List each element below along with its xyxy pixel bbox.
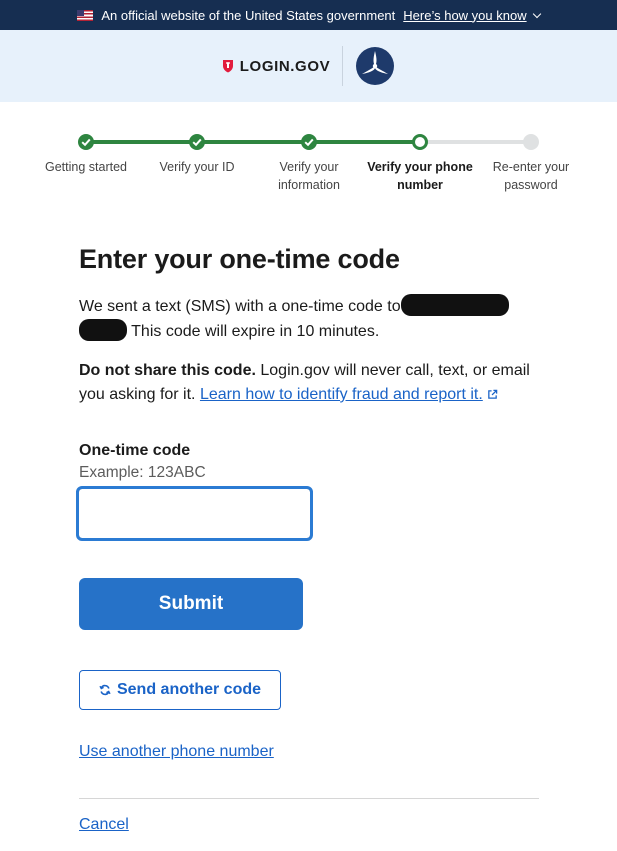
step-label-getting-started: Getting started [45, 160, 127, 174]
code-hint: Example: 123ABC [79, 464, 206, 481]
warning-paragraph: Do not share this code. Login.gov will n… [79, 359, 541, 407]
refresh-icon [99, 684, 111, 696]
expire-text: This code will expire in 10 minutes. [131, 323, 380, 340]
fraud-info-link[interactable]: Learn how to identify fraud and report i… [200, 386, 498, 403]
step-incomplete-icon [523, 134, 539, 150]
step-label-verify-id: Verify your ID [159, 160, 235, 174]
heres-how-you-know-label: Here’s how you know [403, 7, 527, 23]
external-link-icon [487, 389, 498, 399]
shield-icon [222, 60, 233, 73]
page-title: Enter your one-time code [79, 244, 400, 274]
step-label-reenter-password: Re-enter your password [492, 160, 570, 192]
send-another-code-label: Send another code [116, 681, 262, 698]
us-flag-icon [77, 9, 94, 21]
dot-agency-logo [356, 47, 395, 85]
redacted-phone [400, 294, 509, 316]
step-connector [86, 140, 197, 144]
step-complete-icon [189, 134, 205, 150]
use-another-phone-link[interactable]: Use another phone number [79, 743, 274, 761]
submit-button[interactable]: Submit [79, 578, 303, 630]
content-card: Getting started Verify your ID Verify yo… [0, 102, 617, 851]
sent-code-text: We sent a text (SMS) with a one-time cod… [79, 298, 401, 315]
gov-banner-text: An official website of the United States… [101, 7, 396, 23]
sent-code-paragraph: We sent a text (SMS) with a one-time cod… [79, 294, 541, 344]
warning-bold: Do not share this code. [79, 362, 256, 379]
one-time-code-input[interactable] [76, 486, 313, 541]
header-divider [342, 46, 344, 86]
step-indicator: Getting started Verify your ID Verify yo… [30, 132, 587, 202]
gov-banner: An official website of the United States… [0, 0, 617, 30]
step-label-verify-info: Verify your information [278, 160, 340, 192]
redacted-phone-end [79, 319, 127, 341]
step-connector [197, 140, 309, 144]
step-current-icon [412, 134, 428, 150]
brand-name: LOGIN.GOV [239, 57, 331, 75]
step-connector [420, 140, 531, 144]
chevron-down-icon [532, 9, 541, 18]
step-complete-icon [301, 134, 317, 150]
heres-how-you-know-link[interactable]: Here’s how you know [403, 7, 541, 23]
step-complete-icon [78, 134, 94, 150]
code-label: One-time code [79, 442, 191, 459]
step-connector [309, 140, 420, 144]
send-another-code-button[interactable]: Send another code [79, 670, 281, 710]
site-header: LOGIN.GOV [0, 30, 617, 102]
step-label-verify-phone: Verify your phone number [367, 160, 473, 192]
divider [79, 798, 539, 799]
login-gov-logo[interactable]: LOGIN.GOV [222, 58, 330, 75]
cancel-link[interactable]: Cancel [79, 816, 129, 834]
